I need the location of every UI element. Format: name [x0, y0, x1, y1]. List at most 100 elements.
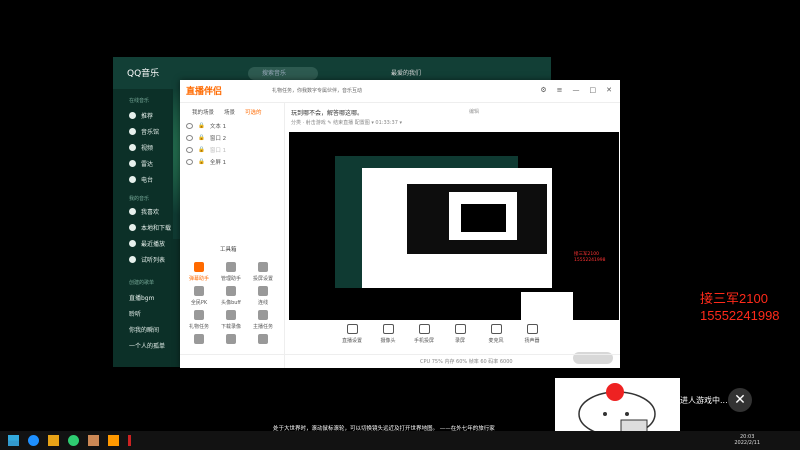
cast-icon: [258, 262, 268, 272]
tool-manage[interactable]: 管理助手: [218, 262, 244, 282]
speaker-icon: [526, 324, 538, 334]
menu-icon[interactable]: ≡: [557, 86, 563, 94]
section-online: 在线音乐: [129, 98, 150, 104]
tool-extra[interactable]: [186, 334, 212, 347]
source-row[interactable]: 🔒 窗口 2: [186, 134, 226, 142]
status-bar: CPU 75% 内存 60% 帧率 60 码率 6000: [180, 354, 620, 369]
settings-icon[interactable]: ⚙: [540, 86, 546, 94]
stream-title[interactable]: 玩到哪不会，解答哪这哪。: [291, 108, 363, 117]
stream-preview[interactable]: 接三军2100 15552241998: [289, 132, 619, 320]
tool-danmaku[interactable]: 弹幕助手: [186, 262, 212, 282]
eye-icon[interactable]: [186, 147, 193, 153]
tool-avatar-buff[interactable]: 头像buff: [218, 286, 244, 306]
mic-button[interactable]: 麦克风: [485, 324, 507, 344]
clock-icon: [129, 240, 136, 247]
danmaku-icon: [194, 262, 204, 272]
speaker-button[interactable]: 扬声器: [521, 324, 543, 344]
tool-pk[interactable]: 全民PK: [186, 286, 212, 306]
radio-icon: [129, 176, 136, 183]
section-created: 创建的歌单: [129, 280, 155, 286]
magnifier-icon: [194, 334, 204, 344]
overlay-line2: 15552241998: [700, 308, 780, 323]
streaming-app-window[interactable]: 直播伴侣 礼物任务，你我数字专属伙伴，音乐互动 ⚙ ≡ — □ ✕ 我的场景 场…: [180, 80, 620, 368]
source-row[interactable]: 🔒 文本 1: [186, 122, 226, 130]
record-button[interactable]: 录屏: [449, 324, 471, 344]
heart-icon: [129, 208, 136, 215]
windows-start-icon[interactable]: [8, 435, 19, 446]
qq-music-icon[interactable]: [68, 435, 79, 446]
tool-download[interactable]: 下载录像: [218, 310, 244, 330]
scene-panel: 我的场景 场景 可选的 🔒 文本 1 🔒 窗口 2 🔒 窗口 1 🔒 全屏 1 工具箱 …: [180, 102, 285, 368]
red-app-icon[interactable]: [128, 435, 131, 446]
lock-icon[interactable]: 🔒: [198, 135, 205, 141]
control-bar: 直播设置 摄像头 手机投屏 录屏 麦克风 扬声器: [285, 324, 676, 354]
tool-extra[interactable]: [218, 334, 244, 347]
maximize-icon[interactable]: □: [590, 86, 597, 94]
nav-item[interactable]: 视频: [129, 143, 153, 152]
tool-anchor-task[interactable]: 主播任务: [250, 310, 276, 330]
lock-icon[interactable]: 🔒: [198, 123, 205, 129]
taskbar-clock[interactable]: 20:03 2022/2/11: [734, 434, 760, 446]
window-controls: ⚙ ≡ — □ ✕: [540, 86, 612, 94]
library-icon: [129, 128, 136, 135]
explorer-icon[interactable]: [48, 435, 59, 446]
person-icon: [226, 262, 236, 272]
nav-item[interactable]: 雷达: [129, 159, 153, 168]
app-logo: 直播伴侣: [186, 87, 223, 97]
tab-scenes[interactable]: 场景: [224, 108, 235, 116]
mine-item[interactable]: 试听列表: [129, 255, 165, 264]
lock-icon[interactable]: 🔒: [198, 159, 205, 165]
edge-icon[interactable]: [28, 435, 39, 446]
video-icon: [129, 144, 136, 151]
source-row[interactable]: 🔒 全屏 1: [186, 158, 226, 166]
section-mine: 我的音乐: [129, 196, 150, 202]
playlist-item[interactable]: 一个人的孤单: [129, 341, 165, 350]
task-icon: [258, 310, 268, 320]
qq-search-input[interactable]: 搜索音乐: [248, 67, 318, 80]
download-icon: [226, 310, 236, 320]
game-icon[interactable]: [88, 435, 99, 446]
phone-cast-button[interactable]: 手机投屏: [413, 324, 435, 344]
tool-cast[interactable]: 投屏设置: [250, 262, 276, 282]
nav-item[interactable]: 音乐馆: [129, 127, 159, 136]
lock-icon[interactable]: 🔒: [198, 147, 205, 153]
overlay-line1: 接三军2100: [700, 291, 768, 306]
eye-icon[interactable]: [186, 123, 193, 129]
connect-icon: [258, 286, 268, 296]
streaming-app-icon[interactable]: [108, 435, 119, 446]
tool-connect[interactable]: 连线: [250, 286, 276, 306]
mine-item[interactable]: 本地和下载: [129, 223, 171, 232]
radar-icon: [129, 160, 136, 167]
qq-username[interactable]: 最爱的我们: [391, 68, 421, 77]
eye-icon[interactable]: [186, 135, 193, 141]
source-row[interactable]: 🔒 窗口 1: [186, 146, 226, 154]
preview-area: 玩到哪不会，解答哪这哪。 编辑 分类 · 射击游戏 ✎ 结束直播 配置图 ▾ 0…: [285, 102, 620, 368]
toolbox-title: 工具箱: [220, 247, 237, 253]
buff-icon: [226, 286, 236, 296]
mine-item[interactable]: 我喜欢: [129, 207, 159, 216]
eye-icon[interactable]: [186, 159, 193, 165]
close-icon[interactable]: ✕: [606, 86, 612, 94]
stream-meta: 分类 · 射击游戏 ✎ 结束直播 配置图 ▾ 01:33:37 ▾: [291, 120, 402, 126]
nav-item[interactable]: 推荐: [129, 111, 153, 120]
edit-button[interactable]: 编辑: [469, 108, 479, 115]
tab-my-scenes[interactable]: 我的场景: [192, 108, 214, 116]
record-icon: [454, 324, 466, 334]
scene-tabs: 我的场景 场景 可选的: [192, 108, 262, 116]
minimize-icon[interactable]: —: [573, 86, 580, 94]
mine-item[interactable]: 最近播放: [129, 239, 165, 248]
live-settings-button[interactable]: 直播设置: [341, 324, 363, 344]
close-icon[interactable]: ✕: [728, 388, 752, 412]
tool-gift-task[interactable]: 礼物任务: [186, 310, 212, 330]
camera-button[interactable]: 摄像头: [377, 324, 399, 344]
nested-sticker: [521, 292, 573, 320]
nested-overlay: 接三军2100 15552241998: [574, 252, 606, 263]
tool-extra[interactable]: [250, 334, 276, 347]
playlist-item[interactable]: 你我的瞬间: [129, 325, 159, 334]
contact-overlay: 接三军2100 15552241998: [700, 290, 780, 324]
pk-icon: [194, 286, 204, 296]
playlist-item[interactable]: 直播bgm: [129, 293, 154, 302]
nav-item[interactable]: 电台: [129, 175, 153, 184]
tab-optional[interactable]: 可选的: [245, 108, 262, 116]
playlist-item[interactable]: 聆听: [129, 309, 141, 318]
